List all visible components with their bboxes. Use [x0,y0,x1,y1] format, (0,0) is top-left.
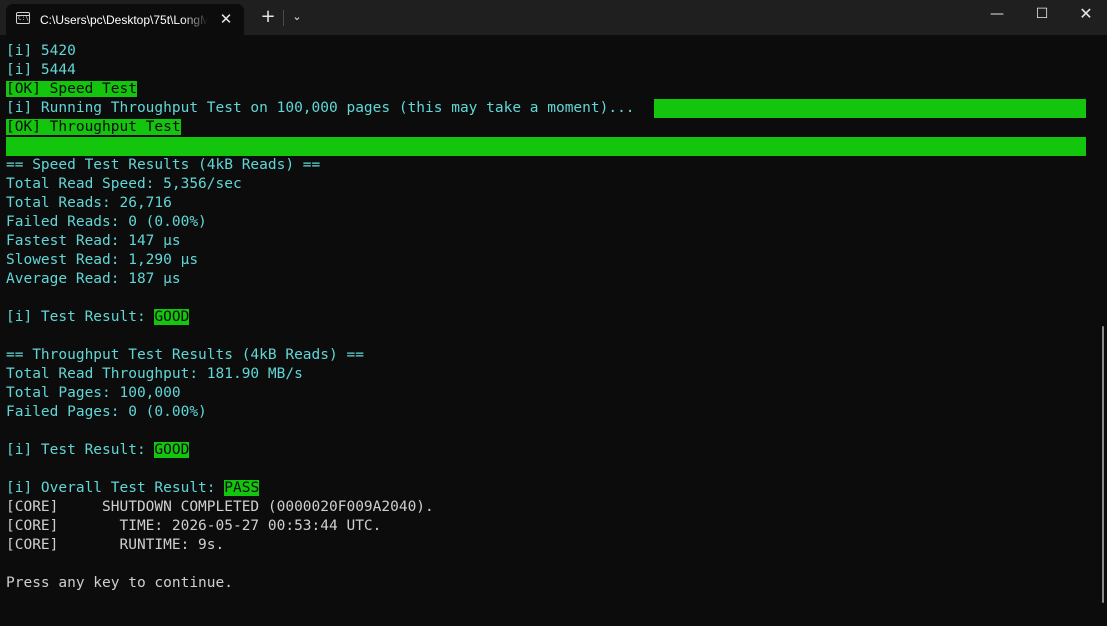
core-runtime-line: [CORE] RUNTIME: 9s. [6,537,225,553]
speed-test-result-prefix: [i] Test Result: [6,309,155,325]
title-bar: C:\ C:\Users\pc\Desktop\75t\LongMemTest.… [0,0,1107,35]
fastest-read: Fastest Read: 147 µs [6,233,181,249]
new-tab-plus-icon[interactable]: + [257,6,279,28]
ok-throughput-test-line: [OK] Throughput Test [6,118,181,137]
core-shutdown-line: [CORE] SHUTDOWN COMPLETED (0000020F009A2… [6,499,434,515]
overall-test-result-badge: PASS [224,480,260,496]
throughput-test-result-line: [i] Test Result: GOOD [6,441,190,460]
slowest-read: Slowest Read: 1,290 µs [6,252,199,268]
maximize-button[interactable]: ☐ [1019,0,1065,30]
log-line-5420: [i] 5420 [6,43,76,59]
terminal-icon-glyph: C:\ [18,15,29,22]
total-read-speed: Total Read Speed: 5,356/sec [6,176,242,192]
terminal-icon: C:\ [16,12,30,24]
throughput-results-header: == Throughput Test Results (4kB Reads) =… [6,347,364,363]
failed-reads: Failed Reads: 0 (0.00%) [6,214,207,230]
speed-results-header: == Speed Test Results (4kB Reads) == [6,157,321,173]
tab-close-icon[interactable]: ✕ [216,9,236,29]
tab-dropdown-chevron-down-icon[interactable]: ⌄ [287,7,307,27]
speed-test-result-line: [i] Test Result: GOOD [6,308,190,327]
running-throughput-line: [i] Running Throughput Test on 100,000 p… [6,100,635,116]
throughput-test-result-prefix: [i] Test Result: [6,442,155,458]
ok-throughput-test-label: [OK] Throughput Test [6,119,181,135]
total-pages: Total Pages: 100,000 [6,385,181,401]
tab-title: C:\Users\pc\Desktop\75t\LongMemTest.exe [40,13,208,27]
scrollbar-thumb[interactable] [1102,326,1104,603]
press-any-key-prompt: Press any key to continue. [6,575,233,591]
ok-speed-test-line: [OK] Speed Test [6,80,137,99]
speed-test-result-badge: GOOD [154,309,190,325]
terminal-window: C:\ C:\Users\pc\Desktop\75t\LongMemTest.… [0,0,1107,626]
log-line-5444: [i] 5444 [6,62,76,78]
vertical-scrollbar[interactable] [1100,41,1107,621]
close-button[interactable]: ✕ [1063,0,1107,30]
overall-test-result-line: [i] Overall Test Result: PASS [6,479,260,498]
total-reads: Total Reads: 26,716 [6,195,172,211]
terminal-output[interactable]: [i] 5420 [i] 5444 [OK] Speed Test [i] Ru… [0,41,1093,626]
tab-terminal[interactable]: C:\ C:\Users\pc\Desktop\75t\LongMemTest.… [6,4,244,35]
total-read-throughput: Total Read Throughput: 181.90 MB/s [6,366,303,382]
throughput-test-result-badge: GOOD [154,442,190,458]
throughput-complete-bar [6,137,1086,156]
throughput-progress-bar [654,99,1086,118]
core-time-line: [CORE] TIME: 2026-05-27 00:53:44 UTC. [6,518,382,534]
failed-pages: Failed Pages: 0 (0.00%) [6,404,207,420]
tab-divider [283,10,284,26]
minimize-button[interactable]: — [974,0,1020,30]
ok-speed-test-label: [OK] Speed Test [6,81,137,97]
average-read: Average Read: 187 µs [6,271,181,287]
overall-test-result-prefix: [i] Overall Test Result: [6,480,225,496]
